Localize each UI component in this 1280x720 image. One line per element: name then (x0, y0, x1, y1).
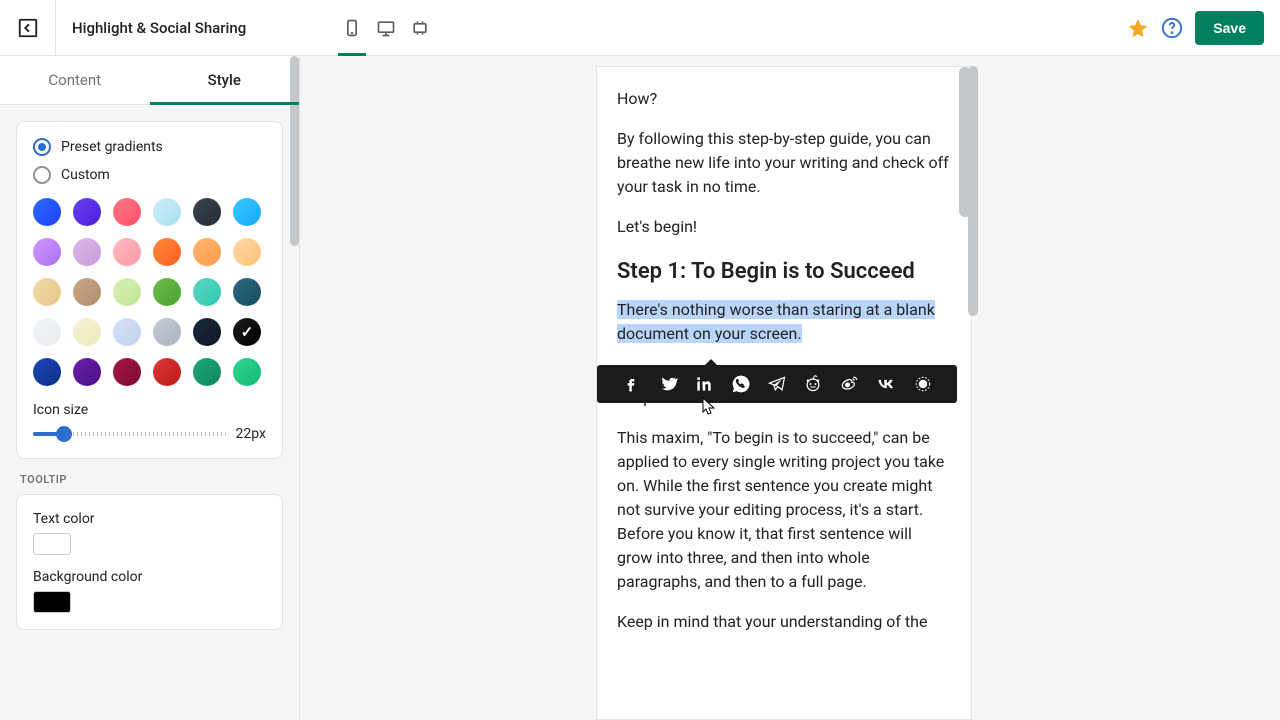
bg-color-swatch[interactable] (33, 591, 71, 613)
gradient-swatch[interactable] (193, 278, 221, 306)
preview-text: How? (617, 87, 951, 111)
gradient-swatch[interactable] (73, 358, 101, 386)
gradient-swatch[interactable] (33, 318, 61, 346)
gradient-swatch[interactable] (193, 358, 221, 386)
bg-color-label: Background color (33, 569, 266, 585)
gradient-swatch[interactable] (153, 278, 181, 306)
share-tooltip (597, 365, 957, 403)
icon-size-value: 22px (236, 426, 266, 442)
icon-size-label: Icon size (33, 402, 266, 418)
tab-content[interactable]: Content (0, 56, 150, 104)
gradient-swatch[interactable] (113, 198, 141, 226)
preview-text: There's nothing worse than staring at a … (617, 298, 951, 346)
whatsapp-icon[interactable] (731, 374, 751, 394)
gradient-swatch[interactable] (73, 278, 101, 306)
top-bar: Highlight & Social Sharing Save (0, 0, 1280, 56)
weibo-icon[interactable] (840, 374, 860, 394)
gradient-swatch[interactable] (153, 358, 181, 386)
gradient-swatch[interactable] (113, 238, 141, 266)
preview-text: This maxim, "To begin is to succeed," ca… (617, 426, 951, 594)
text-color-swatch[interactable] (33, 533, 71, 555)
cursor-icon (702, 397, 716, 415)
gradient-swatch[interactable] (73, 318, 101, 346)
help-icon[interactable] (1161, 17, 1183, 39)
gradient-swatch[interactable] (33, 198, 61, 226)
gradient-swatch[interactable] (193, 238, 221, 266)
gradient-swatch[interactable] (233, 318, 261, 346)
facebook-icon[interactable] (621, 374, 641, 394)
gradient-swatch[interactable] (233, 198, 261, 226)
gradient-swatch[interactable] (153, 238, 181, 266)
device-desktop-button[interactable] (370, 8, 402, 48)
tooltip-card: Text color Background color (16, 494, 283, 630)
device-toggles (336, 8, 436, 48)
signal-icon[interactable] (913, 374, 933, 394)
save-button[interactable]: Save (1195, 11, 1264, 45)
gradient-swatch[interactable] (33, 238, 61, 266)
gradient-swatch[interactable] (113, 358, 141, 386)
preview-text: Let's begin! (617, 215, 951, 239)
gradient-swatch[interactable] (233, 238, 261, 266)
vk-icon[interactable] (876, 374, 896, 394)
gradient-swatch[interactable] (193, 198, 221, 226)
gradient-swatch[interactable] (193, 318, 221, 346)
radio-custom[interactable]: Custom (33, 166, 266, 184)
gradient-swatch[interactable] (153, 318, 181, 346)
preview-heading: Step 1: To Begin is to Succeed (617, 259, 951, 284)
gradient-swatch[interactable] (73, 238, 101, 266)
page-title: Highlight & Social Sharing (72, 19, 246, 37)
text-color-label: Text color (33, 511, 266, 527)
icon-size-slider[interactable] (33, 432, 226, 436)
gradient-swatch[interactable] (233, 358, 261, 386)
preview-text: By following this step-by-step guide, yo… (617, 127, 951, 199)
preview-area: How? By following this step-by-step guid… (300, 56, 1280, 720)
preview-outer-scrollbar[interactable] (968, 66, 978, 316)
tab-style[interactable]: Style (150, 56, 300, 104)
star-icon[interactable] (1127, 17, 1149, 39)
gradient-swatch[interactable] (113, 318, 141, 346)
reddit-icon[interactable] (803, 374, 823, 394)
swatch-grid (33, 198, 266, 386)
gradient-swatch[interactable] (113, 278, 141, 306)
radio-preset-gradients[interactable]: Preset gradients (33, 138, 266, 156)
gradient-swatch[interactable] (153, 198, 181, 226)
linkedin-icon[interactable] (694, 374, 714, 394)
gradient-swatch[interactable] (73, 198, 101, 226)
back-button[interactable] (0, 0, 56, 56)
preview-text: Keep in mind that your understanding of … (617, 610, 951, 634)
tooltip-heading: TOOLTIP (16, 473, 283, 494)
telegram-icon[interactable] (767, 374, 787, 394)
preview-frame: How? By following this step-by-step guid… (596, 66, 972, 720)
radio-icon (33, 166, 51, 184)
gradient-swatch[interactable] (33, 278, 61, 306)
gradient-swatch[interactable] (33, 358, 61, 386)
radio-icon (33, 138, 51, 156)
gradient-swatch[interactable] (233, 278, 261, 306)
gradient-card: Preset gradients Custom Icon size 22px (16, 121, 283, 459)
device-fullscreen-button[interactable] (404, 8, 436, 48)
sidebar: Content Style Preset gradients Custom Ic… (0, 56, 300, 720)
device-mobile-button[interactable] (336, 8, 368, 48)
highlighted-text[interactable]: There's nothing worse than staring at a … (617, 300, 935, 343)
twitter-icon[interactable] (658, 374, 678, 394)
